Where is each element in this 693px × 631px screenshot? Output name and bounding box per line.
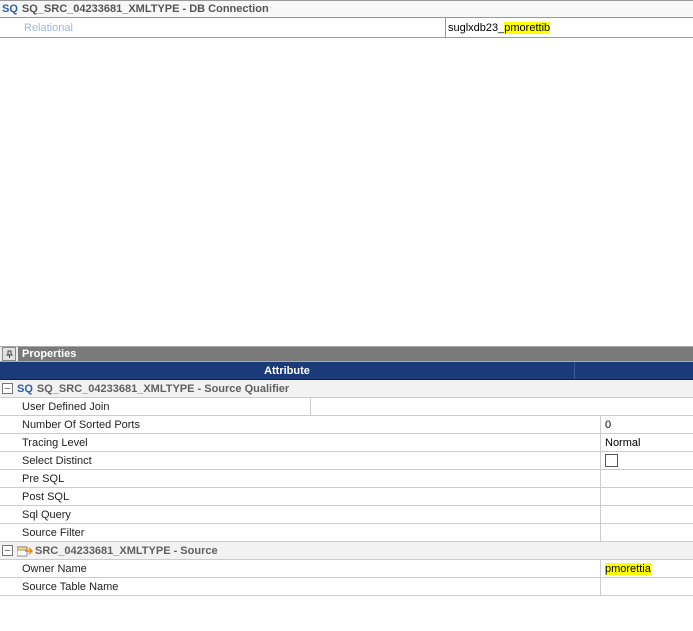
- owner-highlight: pmorettia: [605, 563, 651, 575]
- empty-space: [0, 38, 693, 346]
- connection-row[interactable]: Relational suglxdb23_pmorettib: [0, 18, 693, 38]
- prop-name: Post SQL: [0, 488, 600, 505]
- sq-properties-table: User Defined Join Number Of Sorted Ports…: [0, 398, 693, 542]
- group-header-src[interactable]: – SRC_04233681_XMLTYPE - Source: [0, 542, 693, 560]
- src-properties-table: Owner Name pmorettia Source Table Name: [0, 560, 693, 596]
- connection-highlight: pmorettib: [504, 22, 550, 34]
- prop-value[interactable]: [600, 452, 693, 469]
- table-row[interactable]: User Defined Join: [0, 398, 693, 416]
- prop-name: Pre SQL: [0, 470, 600, 487]
- collapse-icon[interactable]: –: [2, 383, 13, 394]
- prop-value[interactable]: [600, 578, 693, 595]
- table-row[interactable]: Pre SQL: [0, 470, 693, 488]
- table-row[interactable]: Select Distinct: [0, 452, 693, 470]
- sq-badge-icon: SQ: [17, 383, 33, 395]
- table-row[interactable]: Post SQL: [0, 488, 693, 506]
- prop-value[interactable]: [600, 488, 693, 505]
- prop-name: Number Of Sorted Ports: [0, 416, 600, 433]
- table-row[interactable]: Source Filter: [0, 524, 693, 542]
- prop-name: Select Distinct: [0, 452, 600, 469]
- prop-name: Owner Name: [0, 560, 600, 577]
- attribute-column-header[interactable]: Attribute: [0, 362, 575, 379]
- top-group-header: SQ SQ_SRC_04233681_XMLTYPE - DB Connecti…: [0, 0, 693, 18]
- properties-bar: Properties: [0, 346, 693, 362]
- prop-value[interactable]: 0: [600, 416, 693, 433]
- prop-name: Sql Query: [0, 506, 600, 523]
- prop-name: User Defined Join: [0, 398, 310, 415]
- pin-icon[interactable]: [2, 347, 16, 361]
- group-title-src: SRC_04233681_XMLTYPE - Source: [35, 545, 218, 557]
- value-column-header[interactable]: [575, 362, 693, 379]
- prop-value[interactable]: pmorettia: [600, 560, 693, 577]
- source-icon: [17, 545, 31, 557]
- sq-badge-icon: SQ: [2, 3, 18, 15]
- table-row[interactable]: Tracing Level Normal: [0, 434, 693, 452]
- table-row[interactable]: Sql Query: [0, 506, 693, 524]
- prop-name: Source Table Name: [0, 578, 600, 595]
- attribute-header-row: Attribute: [0, 362, 693, 380]
- group-header-sq[interactable]: – SQ SQ_SRC_04233681_XMLTYPE - Source Qu…: [0, 380, 693, 398]
- prop-name: Source Filter: [0, 524, 600, 541]
- connection-value[interactable]: suglxdb23_pmorettib: [445, 18, 693, 37]
- connection-prefix: suglxdb23_: [448, 22, 504, 34]
- prop-name: Tracing Level: [0, 434, 600, 451]
- table-row[interactable]: Number Of Sorted Ports 0: [0, 416, 693, 434]
- collapse-icon[interactable]: –: [2, 545, 13, 556]
- prop-value[interactable]: [600, 470, 693, 487]
- connection-type-label: Relational: [0, 18, 445, 37]
- table-row[interactable]: Source Table Name: [0, 578, 693, 596]
- properties-label: Properties: [18, 347, 693, 361]
- top-group-title: SQ_SRC_04233681_XMLTYPE - DB Connection: [22, 3, 269, 15]
- group-title-sq: SQ_SRC_04233681_XMLTYPE - Source Qualifi…: [37, 383, 289, 395]
- table-row[interactable]: Owner Name pmorettia: [0, 560, 693, 578]
- prop-value[interactable]: [600, 524, 693, 541]
- prop-value[interactable]: [310, 398, 693, 415]
- checkbox-icon[interactable]: [605, 454, 618, 467]
- prop-value[interactable]: [600, 506, 693, 523]
- prop-value[interactable]: Normal: [600, 434, 693, 451]
